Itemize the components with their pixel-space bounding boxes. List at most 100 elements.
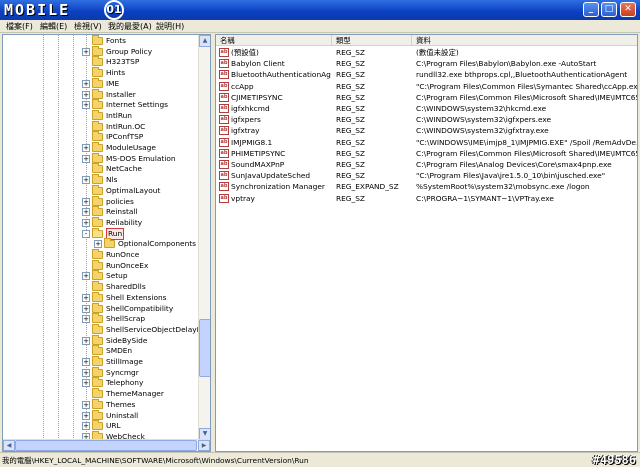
tree-node[interactable]: + IME <box>3 77 198 90</box>
scroll-right-icon[interactable]: ▶ <box>198 440 210 451</box>
expand-icon[interactable]: + <box>82 272 90 281</box>
tree-node-label[interactable]: Group Policy <box>106 47 152 57</box>
tree-node[interactable]: + Syncmgr <box>3 366 198 379</box>
tree-node[interactable]: SharedDlls <box>3 281 198 293</box>
tree-node-label[interactable]: SMDEn <box>106 346 132 356</box>
tree-node[interactable]: ShellServiceObjectDelayLoad <box>3 323 210 336</box>
tree-node-label[interactable]: SharedDlls <box>106 282 146 292</box>
list-row[interactable]: ab igfxtray REG_SZ C:\WINDOWS\system32\igfx… <box>216 125 637 136</box>
tree-node-label[interactable]: IPConfTSP <box>106 132 143 142</box>
tree-node[interactable]: NetCache <box>3 163 198 175</box>
expand-icon[interactable]: + <box>82 208 90 217</box>
expand-icon[interactable]: + <box>82 358 90 366</box>
tree-node[interactable]: + Reliability <box>3 216 198 229</box>
tree-node-label[interactable]: policies <box>106 197 134 207</box>
tree-node-label[interactable]: OptimalLayout <box>106 186 160 196</box>
tree-node-label[interactable]: Reinstall <box>106 207 137 217</box>
expand-icon[interactable]: + <box>82 411 90 420</box>
tree-node[interactable]: RunOnceEx <box>3 259 198 272</box>
tree-node[interactable]: ThemeManager <box>3 388 198 400</box>
scroll-left-icon[interactable]: ◀ <box>3 440 15 451</box>
tree-node-label[interactable]: Fonts <box>106 36 126 46</box>
list-row[interactable]: ab igfxpers REG_SZ C:\WINDOWS\system32\igfx… <box>216 114 637 125</box>
tree-node-label[interactable]: ThemeManager <box>106 389 164 399</box>
tree-node-label[interactable]: SideBySide <box>106 336 147 346</box>
tree-node[interactable]: IPConfTSP <box>3 131 198 143</box>
tree-node-label[interactable]: Nls <box>106 175 117 185</box>
tree-node-label[interactable]: MS-DOS Emulation <box>106 154 176 164</box>
tree-node-label[interactable]: Hints <box>106 68 125 78</box>
tree-node[interactable]: + Telephony <box>3 377 198 389</box>
tree-node[interactable]: - Run <box>3 227 198 240</box>
tree-node-label[interactable]: Syncmgr <box>106 368 139 378</box>
tree-node[interactable]: IntlRun.OC <box>3 120 198 133</box>
tree-node-label[interactable]: H323TSP <box>106 57 139 67</box>
tree-node[interactable]: + Installer <box>3 88 198 101</box>
expand-icon[interactable]: + <box>82 293 90 302</box>
expand-icon[interactable]: + <box>82 90 90 99</box>
menu-file[interactable]: 檔案(F) <box>6 21 33 32</box>
close-button[interactable]: ✕ <box>620 2 636 17</box>
tree-node[interactable]: + Uninstall <box>3 409 198 422</box>
tree-node-label[interactable]: Installer <box>106 90 136 100</box>
registry-tree[interactable]: Fonts + Group Policy H323TSP Hints + IME + Insta… <box>2 34 211 452</box>
list-row[interactable]: ab vptray REG_SZ C:\PROGRA~1\SYMANT~1\VPTra… <box>216 193 637 204</box>
tree-node-label[interactable]: Shell Extensions <box>106 293 167 303</box>
value-list[interactable]: 名稱 類型 資料 ab (預設值) REG_SZ (數值未設定) ab Babylon C… <box>215 34 638 452</box>
menu-view[interactable]: 檢視(V) <box>74 21 102 32</box>
tree-node[interactable]: RunOnce <box>3 249 198 261</box>
tree-node[interactable]: + Reinstall <box>3 206 198 218</box>
tree-node[interactable]: + policies <box>3 195 198 208</box>
tree-node[interactable]: SMDEn <box>3 345 198 357</box>
expand-icon[interactable]: + <box>82 47 90 56</box>
tree-node[interactable]: H323TSP <box>3 56 198 68</box>
expand-icon[interactable]: + <box>82 79 90 88</box>
tree-node[interactable]: + Group Policy <box>3 45 198 58</box>
tree-node-label[interactable]: Reliability <box>106 218 142 228</box>
tree-node-label[interactable]: URL <box>106 421 121 431</box>
tree-node[interactable]: + SideBySide <box>3 334 198 347</box>
tree-node[interactable]: + MS-DOS Emulation <box>3 152 198 165</box>
tree-node-label[interactable]: ShellCompatibility <box>106 304 173 314</box>
list-row[interactable]: ab ccApp REG_SZ "C:\Program Files\Common Fi… <box>216 81 637 92</box>
tree-node-label[interactable]: IntlRun <box>106 111 132 121</box>
tree-node[interactable]: + StillImage <box>3 356 198 368</box>
expand-icon[interactable]: + <box>82 379 90 388</box>
scroll-thumb[interactable] <box>199 319 210 377</box>
tree-node-label[interactable]: OptionalComponents <box>118 239 196 249</box>
scroll-up-icon[interactable]: ▲ <box>199 35 210 47</box>
list-row[interactable]: ab Synchronization Manager REG_EXPAND_SZ %S… <box>216 181 637 192</box>
tree-node[interactable]: + Nls <box>3 174 198 186</box>
tree-node-label[interactable]: IntlRun.OC <box>106 122 145 132</box>
tree-node-label[interactable]: Uninstall <box>106 411 138 421</box>
menu-edit[interactable]: 編輯(E) <box>40 21 67 32</box>
column-data[interactable]: 資料 <box>412 35 637 46</box>
list-row[interactable]: abBluetoothAuthenticationAgent REG_SZ rund… <box>216 69 637 80</box>
expand-icon[interactable]: + <box>82 176 90 185</box>
expand-icon[interactable]: + <box>82 154 90 163</box>
expand-icon[interactable]: + <box>82 368 90 377</box>
tree-node[interactable]: Fonts <box>3 35 198 47</box>
list-row[interactable]: ab Babylon Client REG_SZ C:\Program Files\B… <box>216 58 637 69</box>
expand-icon[interactable]: + <box>82 101 90 110</box>
list-row[interactable]: ab SunJavaUpdateSched REG_SZ "C:\Program Fi… <box>216 170 637 181</box>
tree-node[interactable]: + Setup <box>3 270 198 282</box>
expand-icon[interactable]: + <box>82 218 90 227</box>
tree-node-label[interactable]: Telephony <box>106 378 143 388</box>
tree-node[interactable]: + Themes <box>3 398 198 411</box>
tree-node[interactable]: + Shell Extensions <box>3 291 198 304</box>
tree-node-label[interactable]: NetCache <box>106 164 142 174</box>
tree-horizontal-scrollbar[interactable]: ◀ ▶ <box>3 439 210 451</box>
hscroll-thumb[interactable] <box>15 440 197 451</box>
tree-node-label[interactable]: Setup <box>106 271 128 281</box>
menu-help[interactable]: 說明(H) <box>156 21 184 32</box>
tree-node-label[interactable]: ShellScrap <box>106 314 145 324</box>
tree-node[interactable]: + OptionalComponents <box>3 238 198 250</box>
tree-node-label[interactable]: ModuleUsage <box>106 143 156 153</box>
expand-icon[interactable]: + <box>82 197 90 206</box>
minimize-button[interactable]: _ <box>583 2 599 17</box>
tree-node-label[interactable]: RunOnceEx <box>106 261 148 271</box>
list-row[interactable]: ab PHIMETIPSYNC REG_SZ C:\Program Files\Com… <box>216 148 637 159</box>
expand-icon[interactable]: + <box>82 304 90 313</box>
tree-node-label[interactable]: IME <box>106 79 119 89</box>
